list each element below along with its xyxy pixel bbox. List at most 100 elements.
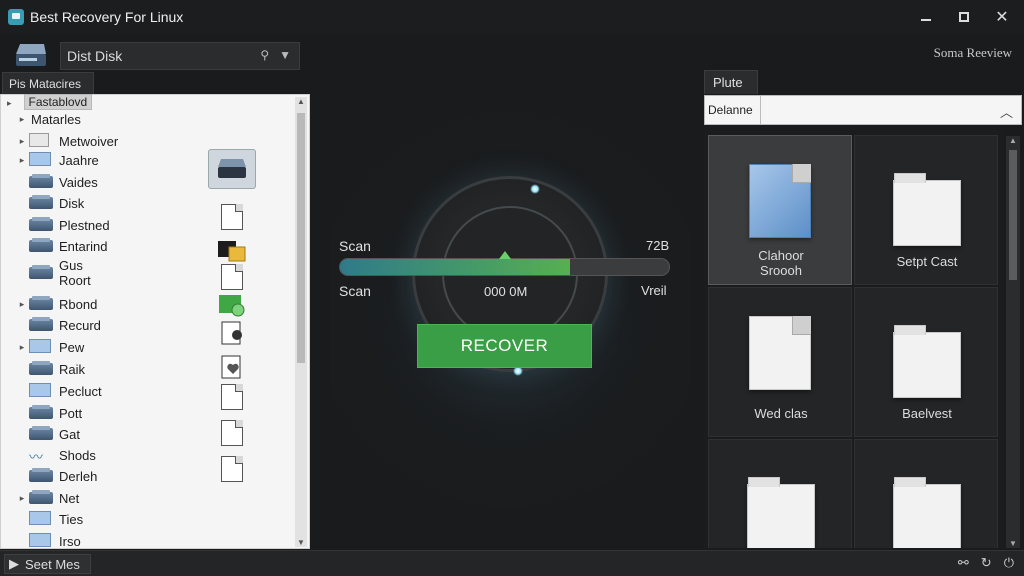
folder-icon (893, 325, 961, 398)
tree-item[interactable]: ▸Pecluct (1, 381, 102, 401)
file-tile-label: Setpt Cast (855, 254, 999, 269)
tree-item-label: Net (59, 490, 80, 506)
power-icon[interactable]: ⏻ (1004, 555, 1014, 571)
refresh-icon[interactable]: ↻ (981, 555, 992, 571)
recover-button[interactable]: RECOVER (417, 324, 592, 368)
right-scrollbar[interactable]: ▲ ▼ (1006, 136, 1020, 548)
scroll-thumb[interactable] (1009, 150, 1017, 280)
expand-arrow-icon[interactable]: ▸ (15, 136, 29, 147)
tree-item[interactable]: ▸ Metwoiver (1, 131, 118, 151)
tree-item-label: Pecluct (59, 383, 102, 399)
scan-value-top: 72B (646, 238, 670, 253)
scroll-down-icon[interactable]: ▼ (295, 538, 307, 547)
blank-file-icon-3[interactable] (207, 449, 257, 489)
blank-file-icon-2[interactable] (207, 413, 257, 453)
scroll-up-icon[interactable]: ▲ (1006, 136, 1020, 145)
drive-select[interactable]: Dist Disk ⚲ ▼ (60, 42, 300, 70)
file-tile[interactable]: Baelvest (854, 287, 998, 437)
close-icon: ✕ (995, 9, 1009, 26)
scan-progress-bar (339, 258, 670, 276)
expand-arrow-icon[interactable]: ▸ (15, 493, 29, 504)
drive-icon (29, 317, 53, 333)
tree-item[interactable]: ▸Plestned (1, 215, 110, 235)
folder-icon (29, 152, 53, 168)
tree-item-label: Shods (59, 447, 96, 463)
document-icon (749, 316, 811, 390)
tree-item[interactable]: ▸ Pew (1, 337, 84, 357)
expand-arrow-icon[interactable]: ▸ (15, 299, 29, 310)
tree-item-label: Vaides (59, 174, 98, 190)
tree-item[interactable]: ▸Vaides (1, 172, 98, 192)
minimize-button[interactable] (914, 6, 938, 28)
left-scrollbar[interactable]: ▲ ▼ (295, 97, 307, 547)
left-panel-tab[interactable]: Pis Matacires (2, 72, 94, 94)
tree-item-label: Gat (59, 426, 80, 442)
pin-icon[interactable]: ⚲ (260, 48, 269, 62)
tree-item[interactable]: ▸Irso (1, 531, 81, 551)
tree-item[interactable]: ▸ Jaahre (1, 150, 99, 170)
tree-item[interactable]: ▸Disk (1, 193, 84, 213)
file-tile[interactable]: Wed clas (708, 287, 852, 437)
tree-item-label: Derleh (59, 468, 98, 484)
expand-arrow-icon[interactable]: ▸ (15, 114, 29, 125)
file-tile[interactable]: Fınd, Inne (854, 439, 998, 548)
top-right-label[interactable]: Soma Reeview (934, 45, 1012, 61)
drive-icon (29, 238, 53, 254)
expand-arrow-icon[interactable]: ▸ (15, 155, 29, 166)
tree-item[interactable]: ▸ Matarles (1, 109, 81, 129)
file-tile-label-line: Baelvest (902, 406, 952, 421)
tree-item-label: Ties (59, 511, 84, 527)
tree-header-selected[interactable]: Fastablovd (23, 94, 93, 110)
folder-icon (29, 339, 53, 355)
tree-item[interactable]: ▸GusRoort (1, 257, 91, 289)
tree-item-label: Disk (59, 195, 85, 211)
tree-item[interactable]: ▸ Net (1, 488, 79, 508)
chevron-up-icon[interactable]: ︿ (1000, 102, 1013, 121)
chevron-down-icon[interactable]: ▼ (279, 48, 291, 62)
tree-item[interactable]: ▸Ties (1, 509, 83, 529)
tree-item-label: Entarind (59, 238, 108, 254)
file-tile[interactable]: Setpt Cast (854, 135, 998, 285)
tree-item[interactable]: ▸Recurd (1, 315, 101, 335)
tree-item[interactable]: ▸Raik (1, 359, 85, 379)
wave-icon: 〰 (29, 449, 43, 465)
scan-size: 000 0M (484, 284, 528, 299)
tree-item[interactable]: ▸Pott (1, 403, 82, 423)
tree-item-label: Pott (59, 405, 83, 421)
drive-icon (29, 174, 53, 190)
tree-item[interactable]: ▸ Rbond (1, 294, 97, 314)
tree-item[interactable]: ▸〰Shods (1, 445, 96, 466)
tree-item[interactable]: ▸Gat (1, 424, 80, 444)
progress-marker-icon (499, 251, 511, 259)
file-tile-label-line: Clahoor (758, 248, 804, 263)
scroll-thumb[interactable] (297, 113, 305, 363)
close-button[interactable]: ✕ (990, 6, 1014, 28)
tree-item[interactable]: ▸Entarind (1, 236, 107, 256)
right-panel-tab[interactable]: Plute (704, 70, 758, 94)
status-bar: ▶ Seet Mes ⚯ ↻ ⏻ (0, 550, 1024, 576)
document-icon (749, 164, 811, 238)
drive-thumb[interactable] (207, 149, 257, 189)
file-tile[interactable]: Clahoor Sroooh (708, 135, 852, 285)
file-tile-label-line: Wed clas (754, 406, 808, 421)
maximize-button[interactable] (952, 6, 976, 28)
blank-file-icon[interactable] (207, 377, 257, 417)
right-filter-select[interactable]: Delanne ︿ (704, 95, 1022, 125)
tree-item-label-2: Roort (59, 273, 91, 288)
file-tile-label: Clahoor Sroooh (709, 248, 853, 278)
connect-icon[interactable]: ⚯ (958, 555, 969, 571)
drive-icon[interactable] (14, 42, 48, 68)
folder-icon (893, 173, 961, 246)
scroll-up-icon[interactable]: ▲ (295, 97, 307, 106)
scroll-down-icon[interactable]: ▼ (1006, 539, 1020, 548)
file-tile[interactable]: Bramlemin (708, 439, 852, 548)
tree-item[interactable]: ▸Derleh (1, 466, 97, 486)
expand-arrow-icon[interactable]: ▸ (15, 342, 29, 353)
title-bar: Best Recovery For Linux ✕ (0, 0, 1024, 34)
spark-icon (530, 184, 540, 194)
tree-header: ▸ Fastablovd (7, 94, 93, 110)
folder-icon (893, 477, 961, 548)
status-button[interactable]: ▶ Seet Mes (4, 554, 91, 574)
tree-item-label: Irso (59, 533, 81, 549)
minimize-icon (921, 19, 931, 21)
